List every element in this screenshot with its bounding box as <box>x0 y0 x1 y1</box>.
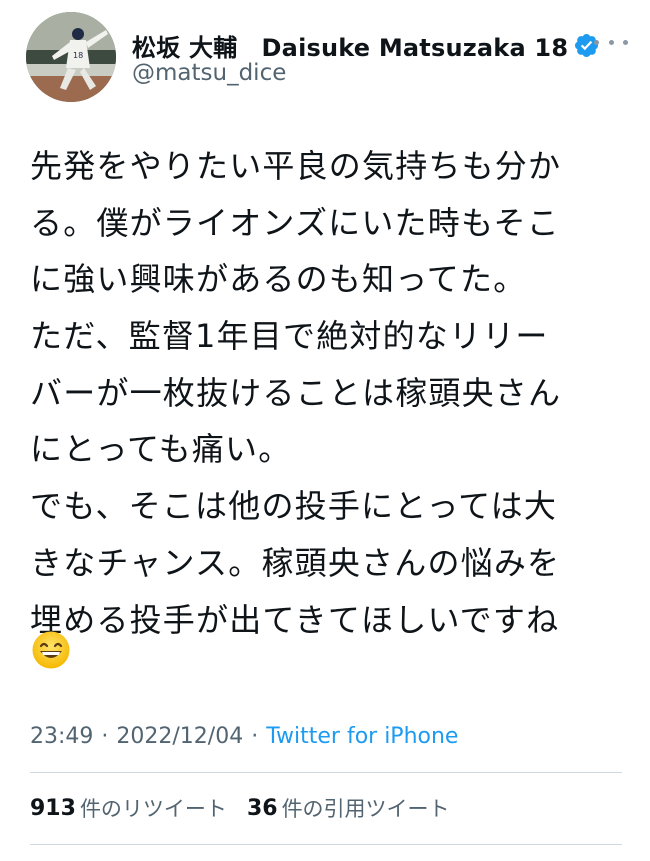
tweet-source-link[interactable]: Twitter for iPhone <box>266 724 458 749</box>
quotes-stat[interactable]: 36 件の引用ツイート <box>247 793 450 823</box>
tweet-stats: 913 件のリツイート 36 件の引用ツイート <box>30 792 470 824</box>
avatar[interactable]: 18 <box>26 12 116 102</box>
tweet-text-line: きなチャンス。稼頭央さんの悩みを <box>30 543 561 582</box>
tweet-text-line: でも、そこは他の投手にとっては大 <box>30 487 558 526</box>
grinning-face-emoji-icon <box>32 631 70 669</box>
tweet-text-line: 先発をやりたい平良の気持ちも分か <box>30 147 562 185</box>
more-dot <box>623 39 628 45</box>
avatar-photo-icon: 18 <box>26 12 116 102</box>
tweet-meta: 23:49 · 2022/12/04 · Twitter for iPhone <box>30 720 458 752</box>
meta-separator: · <box>101 723 109 749</box>
author-handle[interactable]: @matsu_dice <box>132 60 286 86</box>
tweet-time[interactable]: 23:49 <box>30 724 93 749</box>
divider <box>30 844 622 845</box>
more-options-icon[interactable] <box>594 32 628 52</box>
tweet-text-line: る。僕がライオンズにいた時もそこ <box>30 203 560 242</box>
retweets-label: 件のリツイート <box>79 797 227 821</box>
author-name-row[interactable]: 松坂 大輔 Daisuke Matsuzaka 18 <box>132 28 600 62</box>
more-dot <box>608 39 614 45</box>
tweet-text: 先発をやりたい平良の気持ちも分か る。僕がライオンズにいた時もそこ に強い興味が… <box>30 138 630 648</box>
tweet-detail: 18 松坂 大輔 Daisuke Matsuzaka 18 @matsu_dic… <box>0 0 650 861</box>
tweet-text-line: バーが一枚抜けることは稼頭央さん <box>30 373 562 412</box>
tweet-text-line: にとっても痛い。 <box>30 430 292 469</box>
more-dot <box>594 39 599 45</box>
retweets-count: 913 <box>30 795 76 821</box>
svg-text:18: 18 <box>73 51 83 60</box>
tweet-text-line: に強い興味があるのも知ってた。 <box>30 260 527 299</box>
meta-separator: · <box>251 723 259 749</box>
display-name[interactable]: 松坂 大輔 Daisuke Matsuzaka 18 <box>132 28 568 63</box>
retweets-stat[interactable]: 913 件のリツイート <box>30 793 227 823</box>
tweet-date[interactable]: 2022/12/04 <box>116 724 243 749</box>
tweet-text-line: ただ、監督1年目で絶対的なリリー <box>30 317 549 356</box>
quotes-count: 36 <box>246 795 278 821</box>
tweet-text-line: 埋める投手が出てきてほしいですね <box>30 600 560 639</box>
divider <box>30 772 622 773</box>
quotes-label: 件の引用ツイート <box>281 797 450 821</box>
